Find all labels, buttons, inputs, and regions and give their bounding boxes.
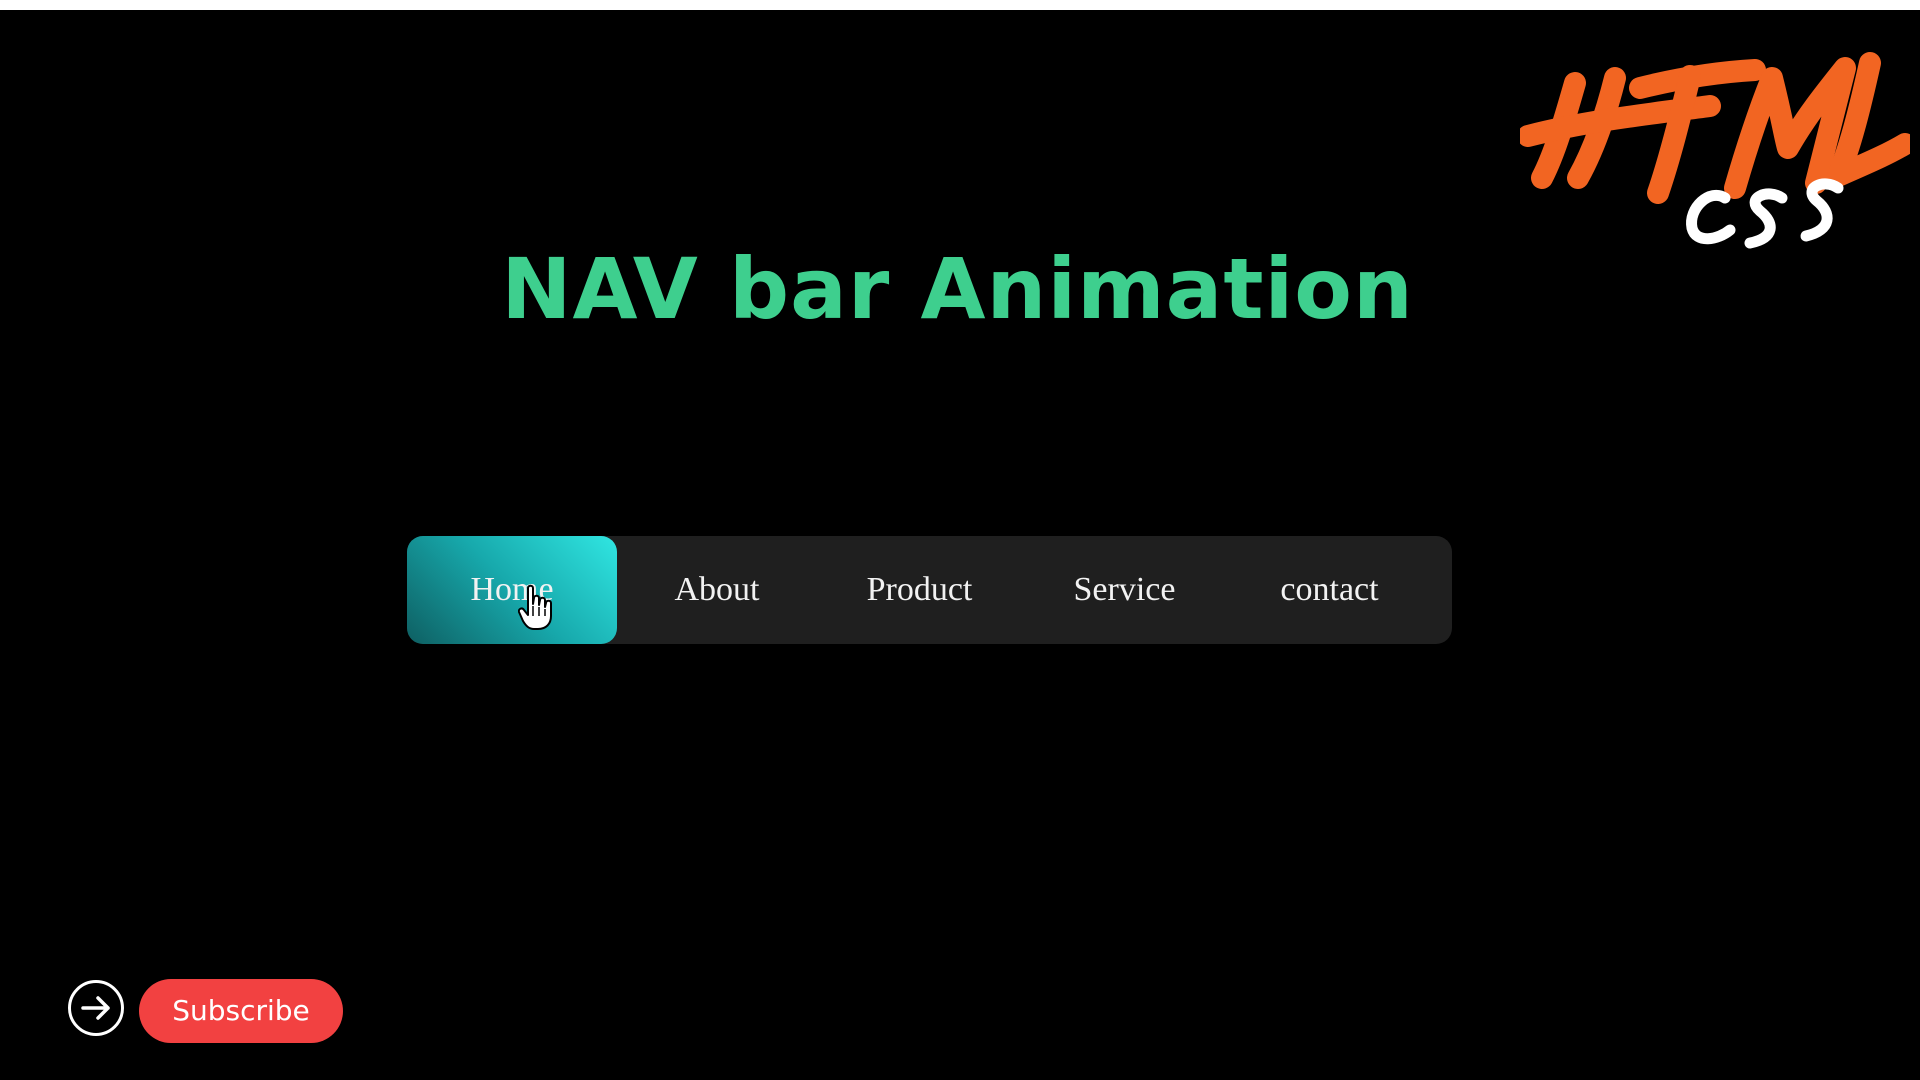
nav-bar: Home About Product Service contact bbox=[407, 536, 1452, 644]
nav-item-contact[interactable]: contact bbox=[1227, 536, 1432, 644]
html-css-logo bbox=[1520, 52, 1910, 249]
video-frame: NAV bar Animation Home About Product Ser… bbox=[0, 0, 1920, 1080]
nav-item-service[interactable]: Service bbox=[1022, 536, 1227, 644]
nav-item-about[interactable]: About bbox=[617, 536, 817, 644]
subscribe-button[interactable]: Subscribe bbox=[139, 979, 343, 1043]
top-edge-strip bbox=[0, 0, 1920, 10]
hand-pointer-icon bbox=[518, 584, 552, 630]
nav-item-product[interactable]: Product bbox=[817, 536, 1022, 644]
page-title: NAV bar Animation bbox=[501, 240, 1414, 338]
nav-item-home[interactable]: Home bbox=[407, 536, 617, 644]
arrow-right-circle-icon[interactable] bbox=[68, 980, 124, 1036]
